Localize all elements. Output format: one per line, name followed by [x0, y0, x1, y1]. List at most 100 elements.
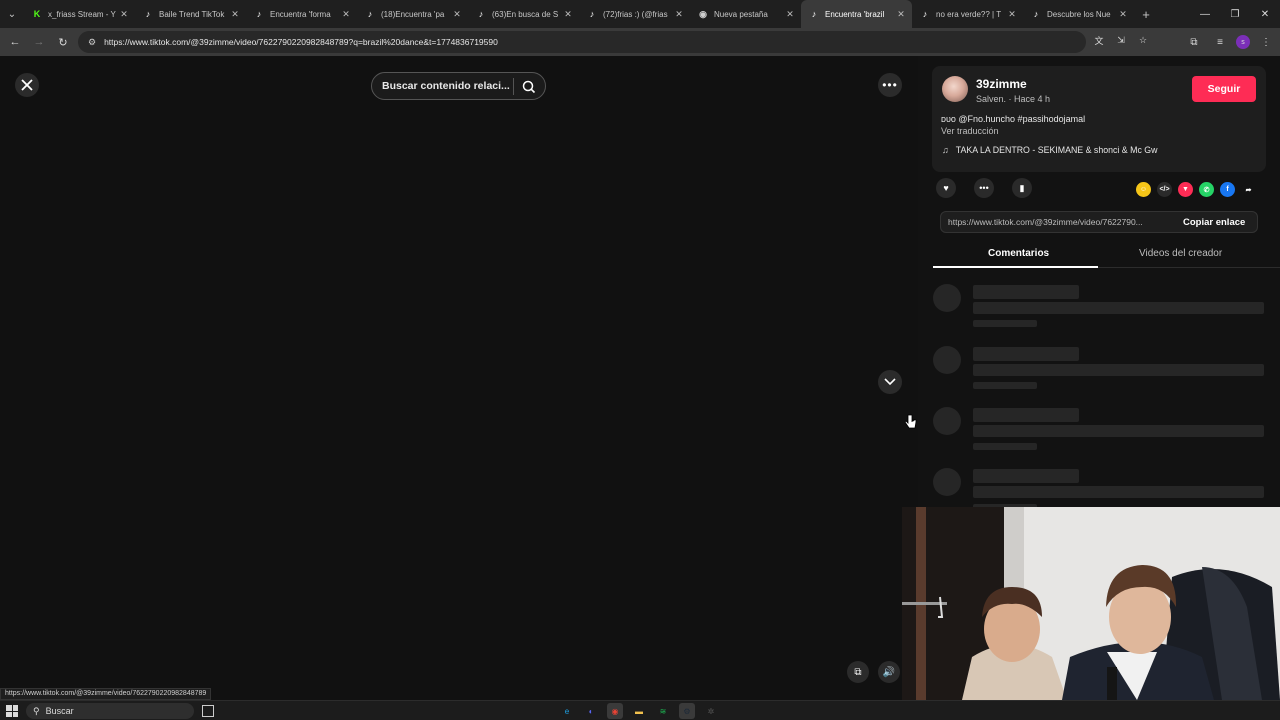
- tiktok-icon: ♪: [478, 9, 484, 19]
- send-icon[interactable]: ▼: [1178, 182, 1193, 197]
- browser-tab[interactable]: Kx_friass Stream - Y ✕: [24, 0, 135, 28]
- browser-tab[interactable]: ♪ Descubre los Nue ✕: [1023, 0, 1134, 28]
- discord-icon[interactable]: ◐: [583, 703, 599, 719]
- browser-tab-label: (18)Encuentra 'pa: [381, 9, 445, 19]
- whatsapp-icon[interactable]: ✆: [1199, 182, 1214, 197]
- browser-toolbar: ← → ↻ ⚙ https://www.tiktok.com/@39zimme/…: [0, 28, 1280, 56]
- more-options-icon[interactable]: •••: [878, 73, 902, 97]
- video-actions: ♥ ••• ▮: [936, 178, 1032, 198]
- browser-tab-label: Descubre los Nue: [1047, 9, 1111, 19]
- close-tab-icon[interactable]: ✕: [896, 9, 906, 20]
- embed-icon[interactable]: </>: [1157, 182, 1172, 197]
- back-icon[interactable]: ←: [3, 30, 27, 54]
- close-tab-icon[interactable]: ✕: [1007, 9, 1017, 20]
- address-url[interactable]: https://www.tiktok.com/@39zimme/video/76…: [104, 37, 498, 47]
- close-tab-icon[interactable]: ✕: [1118, 9, 1128, 20]
- restore-icon[interactable]: ❐: [1220, 0, 1250, 28]
- translate-icon[interactable]: 文: [1092, 33, 1106, 47]
- author-meta: Salven. · Hace 4 h: [976, 94, 1051, 104]
- bookmark-star-icon[interactable]: ☆: [1136, 33, 1150, 47]
- share-options: ☺ </> ▼ ✆ f ➦: [1136, 182, 1256, 197]
- bookmark-icon[interactable]: ▮: [1012, 178, 1032, 198]
- minimize-icon[interactable]: —: [1190, 0, 1220, 28]
- browser-tab-label: Nueva pestaña: [714, 9, 768, 19]
- new-tab-button[interactable]: +: [1134, 7, 1158, 22]
- music-title[interactable]: TAKA LA DENTRO - SEKIMANE & shonci & Mc …: [956, 145, 1158, 155]
- close-tab-icon[interactable]: ✕: [785, 9, 795, 20]
- music-link[interactable]: ♫ TAKA LA DENTRO - SEKIMANE & shonci & M…: [942, 145, 1157, 155]
- taskbar-search[interactable]: ⚲ Buscar: [26, 703, 194, 719]
- edge-icon[interactable]: e: [559, 703, 575, 719]
- browser-tab[interactable]: ♪ Baile Trend TikTok ✕: [135, 0, 246, 28]
- see-translation-link[interactable]: Ver traducción: [941, 126, 999, 136]
- taskbar-apps: e ◐ ◉ ▬ ≋ ⚙ ✲: [559, 703, 719, 719]
- start-menu-icon[interactable]: [6, 705, 18, 717]
- browser-tab-label: x_friass Stream - Y: [48, 9, 116, 19]
- video-player[interactable]: Buscar contenido relaci... ••• ⧉ 🔊: [0, 56, 918, 700]
- browser-tab[interactable]: ♪ (18)Encuentra 'pa ✕: [357, 0, 468, 28]
- tiktok-icon: ♪: [922, 9, 928, 19]
- author-avatar[interactable]: [942, 76, 968, 102]
- panel-tabs: Comentarios Videos del creador: [933, 244, 1280, 268]
- steam-icon[interactable]: ⚙: [679, 703, 695, 719]
- tab-strip: Kx_friass Stream - Y ✕ ♪ Baile Trend TikTok…: [24, 0, 1134, 28]
- follow-button[interactable]: Seguir: [1192, 76, 1256, 102]
- browser-tab[interactable]: ♪ (72)frias :) (@frias ✕: [579, 0, 690, 28]
- close-tab-icon[interactable]: ✕: [563, 9, 573, 20]
- tab-comments[interactable]: Comentarios: [988, 248, 1049, 259]
- browser-tab[interactable]: ♪ Encuentra 'forma ✕: [246, 0, 357, 28]
- browser-menu-icon[interactable]: ⋮: [1256, 32, 1276, 52]
- profile-avatar[interactable]: s: [1236, 35, 1250, 49]
- spotify-icon[interactable]: ≋: [655, 703, 671, 719]
- volume-icon[interactable]: 🔊: [878, 661, 900, 683]
- friends-share-icon[interactable]: ☺: [1136, 182, 1151, 197]
- close-tab-icon[interactable]: ✕: [452, 9, 462, 20]
- close-tab-icon[interactable]: ✕: [119, 9, 129, 20]
- settings-icon[interactable]: ✲: [703, 703, 719, 719]
- tiktok-icon: ♪: [367, 9, 373, 19]
- related-search-input[interactable]: Buscar contenido relaci...: [382, 80, 512, 92]
- close-window-icon[interactable]: ✕: [1250, 0, 1280, 28]
- close-tab-icon[interactable]: ✕: [341, 9, 351, 20]
- search-icon[interactable]: [521, 79, 537, 95]
- tiktok-icon: ♪: [811, 9, 817, 19]
- install-app-icon[interactable]: ⇲: [1114, 33, 1128, 47]
- share-arrow-icon[interactable]: ➦: [1241, 182, 1256, 197]
- webcam-feed: [902, 507, 1280, 700]
- extensions-icon[interactable]: ⧉: [1184, 32, 1204, 52]
- browser-tab-label: Baile Trend TikTok: [159, 9, 225, 19]
- like-icon[interactable]: ♥: [936, 178, 956, 198]
- browser-tab[interactable]: ◉ Nueva pestaña ✕: [690, 0, 801, 28]
- close-tab-icon[interactable]: ✕: [230, 9, 240, 20]
- browser-tab[interactable]: ♪ Encuentra 'brazil ✕: [801, 0, 912, 28]
- address-bar[interactable]: ⚙ https://www.tiktok.com/@39zimme/video/…: [78, 31, 1086, 53]
- forward-icon[interactable]: →: [27, 30, 51, 54]
- next-video-button[interactable]: [878, 370, 902, 394]
- comment-skeleton: [933, 407, 1266, 457]
- copy-link-button[interactable]: Copiar enlace: [1173, 217, 1245, 228]
- browser-tab[interactable]: ♪ no era verde?? | T ✕: [912, 0, 1023, 28]
- pip-icon[interactable]: ⧉: [847, 661, 869, 683]
- comment-icon[interactable]: •••: [974, 178, 994, 198]
- close-video-button[interactable]: [15, 73, 39, 97]
- task-view-icon[interactable]: [202, 705, 214, 717]
- webcam-overlay: [902, 507, 1280, 700]
- site-info-icon[interactable]: ⚙: [88, 37, 96, 48]
- share-link-url[interactable]: https://www.tiktok.com/@39zimme/video/76…: [941, 217, 1173, 227]
- related-search-box[interactable]: Buscar contenido relaci...: [371, 72, 546, 100]
- media-control-icon[interactable]: ≡: [1210, 32, 1230, 52]
- share-link-box: https://www.tiktok.com/@39zimme/video/76…: [940, 211, 1258, 233]
- reload-icon[interactable]: ↻: [51, 30, 75, 54]
- close-tab-icon[interactable]: ✕: [674, 9, 684, 20]
- chrome-taskbar-icon[interactable]: ◉: [607, 703, 623, 719]
- active-tab-indicator: [933, 266, 1098, 268]
- facebook-icon[interactable]: f: [1220, 182, 1235, 197]
- tab-search-icon[interactable]: ⌄: [0, 0, 24, 28]
- file-explorer-icon[interactable]: ▬: [631, 703, 647, 719]
- tiktok-icon: ♪: [256, 9, 262, 19]
- browser-tab[interactable]: ♪ (63)En busca de S ✕: [468, 0, 579, 28]
- comment-skeleton: [933, 284, 1266, 334]
- browser-tab-bar: ⌄ Kx_friass Stream - Y ✕ ♪ Baile Trend TikT…: [0, 0, 1280, 28]
- tab-creator-videos[interactable]: Videos del creador: [1139, 248, 1222, 259]
- author-username[interactable]: 39zimme: [976, 77, 1027, 91]
